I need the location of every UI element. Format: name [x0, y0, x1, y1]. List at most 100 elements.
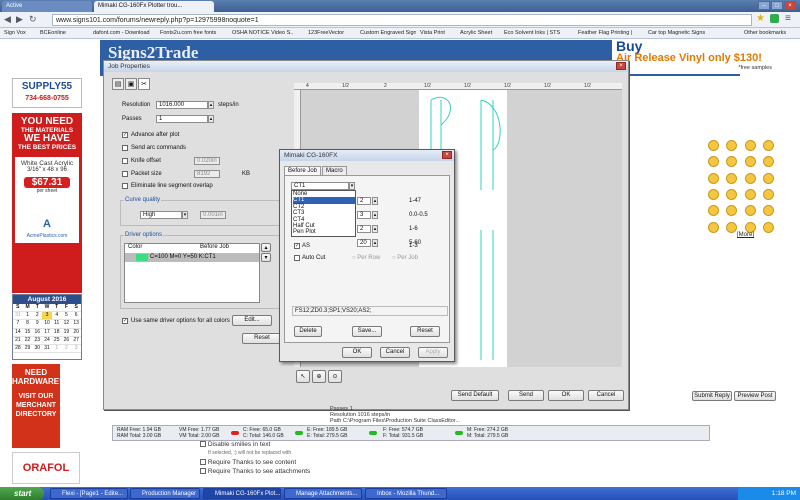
calendar-day[interactable]: 1: [22, 312, 33, 321]
calendar-day[interactable]: 8: [22, 320, 33, 329]
smiley-icon[interactable]: [726, 221, 738, 233]
select-tool-icon[interactable]: ↖: [296, 370, 310, 383]
ok-button[interactable]: OK: [342, 347, 372, 358]
smiley-icon[interactable]: [762, 172, 774, 184]
ok-button[interactable]: OK: [548, 390, 584, 401]
smiley-icon[interactable]: [726, 140, 738, 151]
calendar-day[interactable]: 19: [61, 329, 72, 337]
calendar-day[interactable]: 26: [61, 337, 72, 346]
browser-tab-mimaki[interactable]: Mimaki CG-160Fx Plotter trou...: [94, 1, 214, 12]
curve-quality-select[interactable]: High: [140, 211, 182, 219]
taskbar-item-flexi[interactable]: Flexi - [Page1 - Edite...: [50, 488, 128, 499]
smiley-icon[interactable]: [762, 221, 774, 233]
same-driver-checkbox[interactable]: ✓: [122, 318, 128, 324]
calendar-day[interactable]: 28: [13, 345, 23, 354]
pressure-spinner[interactable]: ▴: [372, 225, 378, 233]
taskbar-item-production-manager[interactable]: Production Manager: [130, 488, 200, 499]
per-job-radio[interactable]: ○ Per Job: [392, 255, 418, 261]
taskbar-item-mimaki[interactable]: Mimaki CG-160Fx Plot...: [203, 488, 281, 499]
reset-button[interactable]: Reset: [410, 326, 440, 337]
calendar-day[interactable]: 3: [42, 312, 52, 321]
per-row-radio[interactable]: ○ Per Row: [352, 255, 380, 261]
close-icon[interactable]: ×: [442, 151, 452, 159]
bookmark-item[interactable]: Acrylic Sheet: [460, 29, 500, 38]
bookmark-item[interactable]: dafont.com - Download: [93, 29, 155, 38]
cut-condition-list[interactable]: None CT1 CT2 CT3 CT4 Half Cut Pen Plot: [291, 190, 356, 237]
velocity-spinner[interactable]: ▴: [372, 239, 378, 247]
reload-icon[interactable]: ↻: [29, 14, 37, 25]
packet-size-checkbox[interactable]: [122, 171, 128, 177]
bookmark-item[interactable]: Fonts2u.com free fonts: [160, 29, 228, 38]
calendar-day[interactable]: 16: [32, 329, 43, 337]
edit-button[interactable]: Edit...: [232, 315, 272, 326]
advance-checkbox[interactable]: ✓: [122, 132, 128, 138]
cancel-button[interactable]: Cancel: [380, 347, 410, 358]
calendar-day[interactable]: 29: [22, 345, 33, 354]
zoom-icon[interactable]: ⊙: [328, 370, 342, 383]
more-smilies-link[interactable]: [More]: [737, 232, 754, 238]
submit-reply-button[interactable]: Submit Reply: [692, 391, 732, 401]
resolution-field[interactable]: 1016.000: [156, 101, 208, 109]
apply-button[interactable]: Apply: [418, 347, 448, 358]
calendar-day[interactable]: 31: [13, 312, 23, 321]
zoom-in-icon[interactable]: ⊕: [312, 370, 326, 383]
close-icon[interactable]: ×: [616, 62, 626, 70]
speed-field[interactable]: 2: [357, 197, 371, 205]
arc-checkbox[interactable]: [122, 145, 128, 151]
close-icon[interactable]: ×: [784, 1, 796, 10]
smiley-icon[interactable]: [744, 221, 756, 233]
bookmark-item[interactable]: Eco Solvent Inks | STS: [504, 29, 574, 38]
banner-ad[interactable]: Buy Air Release Vinyl only $130! *free s…: [612, 38, 780, 74]
bookmark-item[interactable]: OSHA NOTICE Video S..: [232, 29, 304, 38]
bookmark-item[interactable]: Vista Print: [420, 29, 456, 38]
smiley-icon[interactable]: [726, 205, 738, 217]
chevron-down-icon[interactable]: ▾: [182, 211, 188, 219]
smiley-icon[interactable]: [708, 188, 719, 200]
knife-offset-checkbox[interactable]: [122, 158, 128, 164]
calendar-day[interactable]: 31: [42, 345, 52, 354]
offset-spinner[interactable]: ▴: [372, 211, 378, 219]
preview-post-button[interactable]: Preview Post: [734, 391, 776, 401]
as-checkbox[interactable]: ✓: [294, 243, 300, 249]
calendar-day[interactable]: 6: [71, 312, 81, 321]
cancel-button[interactable]: Cancel: [588, 390, 624, 401]
bookmark-item[interactable]: Other bookmarks: [744, 29, 798, 38]
smiley-icon[interactable]: [726, 188, 738, 200]
packet-size-field[interactable]: 8192: [194, 170, 220, 178]
forward-icon[interactable]: ▶: [16, 14, 23, 25]
orafol-ad[interactable]: ORAFOL: [12, 452, 80, 484]
smiley-icon[interactable]: [744, 188, 756, 200]
acrylic-ad[interactable]: YOU NEED THE MATERIALS WE HAVE THE BEST …: [12, 113, 82, 293]
bookmark-item[interactable]: Car top Magnetic Signs: [648, 29, 714, 38]
taskbar-item-thunderbird[interactable]: Inbox - Mozilla Thund...: [365, 488, 447, 499]
smiley-icon[interactable]: [708, 172, 719, 184]
calendar-title[interactable]: August 2016: [13, 295, 81, 304]
extension-icon[interactable]: [770, 14, 779, 23]
taskbar-item-attachments[interactable]: Manage Attachments...: [284, 488, 362, 499]
delete-button[interactable]: Delete: [294, 326, 322, 337]
calendar-day[interactable]: 14: [13, 329, 23, 337]
star-icon[interactable]: ★: [756, 13, 765, 24]
smiley-icon[interactable]: [762, 205, 774, 217]
bookmark-item[interactable]: BCEonline: [40, 29, 78, 38]
smiley-icon[interactable]: [708, 221, 719, 233]
calendar-day[interactable]: 12: [61, 320, 72, 329]
eliminate-checkbox[interactable]: [122, 183, 128, 189]
system-tray-clock[interactable]: 1:18 PM: [738, 487, 800, 500]
smiley-icon[interactable]: [744, 205, 756, 217]
reset-button[interactable]: Reset: [242, 333, 282, 344]
curve-tolerance-field[interactable]: 0.001in: [200, 211, 226, 219]
require-thanks-checkbox[interactable]: [200, 459, 206, 466]
calendar-day[interactable]: 9: [32, 320, 43, 329]
calendar-day[interactable]: 24: [42, 337, 52, 346]
calendar-day[interactable]: 25: [51, 337, 62, 346]
calendar-day[interactable]: 15: [22, 329, 33, 337]
speed-spinner[interactable]: ▴: [372, 197, 378, 205]
url-input[interactable]: www.signs101.com/forums/newreply.php?p=1…: [52, 14, 752, 26]
calendar-day[interactable]: 13: [71, 320, 81, 329]
start-button[interactable]: start: [0, 487, 44, 500]
tab-before-job[interactable]: Before Job: [284, 166, 322, 175]
smiley-icon[interactable]: [762, 188, 774, 200]
move-down-icon[interactable]: ▾: [261, 253, 271, 262]
knife-offset-field[interactable]: 0.020in: [194, 157, 220, 165]
